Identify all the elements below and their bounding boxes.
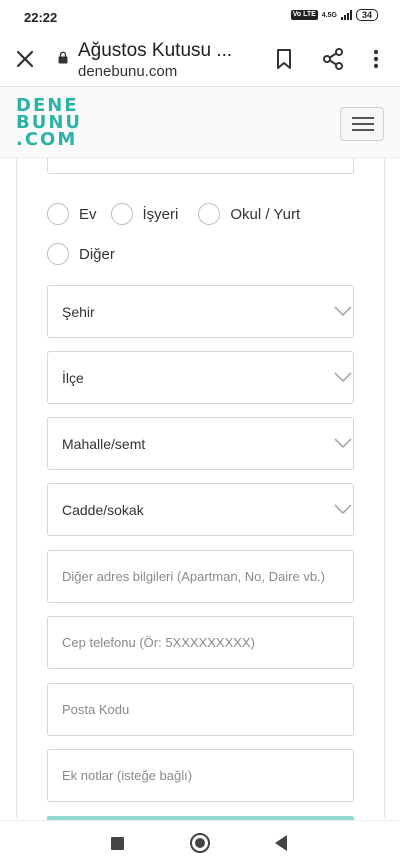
district-select-label: İlçe xyxy=(62,370,84,386)
status-icons: Vo LTE 4.5G 34 xyxy=(290,9,378,21)
logo-line-3: .COM xyxy=(16,129,78,150)
page-url[interactable]: denebunu.com xyxy=(78,63,177,80)
address-type-row-1: Ev İşyeri Okul / Yurt xyxy=(47,203,310,225)
street-select-label: Cadde/sokak xyxy=(62,502,144,518)
bookmark-icon[interactable] xyxy=(272,46,296,72)
chevron-down-icon xyxy=(334,438,352,449)
phone-input[interactable]: Cep telefonu (Ör: 5XXXXXXXXX) xyxy=(47,616,354,669)
phone-placeholder: Cep telefonu (Ör: 5XXXXXXXXX) xyxy=(62,635,255,650)
district-select[interactable]: İlçe xyxy=(47,351,354,404)
radio-label-ev: Ev xyxy=(79,205,97,223)
postal-code-placeholder: Posta Kodu xyxy=(62,702,130,717)
radio-okul-yurt[interactable] xyxy=(198,203,221,225)
previous-field[interactable] xyxy=(47,158,354,174)
battery-icon: 34 xyxy=(355,9,378,21)
radio-ev[interactable] xyxy=(47,203,69,225)
chevron-down-icon xyxy=(334,372,352,383)
radio-label-okul-yurt: Okul / Yurt xyxy=(230,205,301,223)
city-select[interactable]: Şehir xyxy=(47,285,354,338)
street-select[interactable]: Cadde/sokak xyxy=(47,483,354,536)
radio-label-isyeri: İşyeri xyxy=(142,205,179,223)
radio-diger[interactable] xyxy=(47,243,69,265)
close-icon[interactable] xyxy=(12,46,38,72)
site-logo[interactable]: DENE BUNU .COM xyxy=(16,97,80,150)
notes-input[interactable]: Ek notlar (isteğe bağlı) xyxy=(47,749,354,802)
volte-icon: Vo LTE xyxy=(290,10,318,20)
lock-icon xyxy=(58,51,68,64)
page-title: Ağustos Kutusu ... xyxy=(78,40,233,61)
address-details-input[interactable]: Diğer adres bilgileri (Apartman, No, Dai… xyxy=(47,550,354,603)
status-time: 22:22 xyxy=(24,10,58,25)
browser-toolbar: Ağustos Kutusu ... denebunu.com xyxy=(0,34,400,84)
site-header: DENE BUNU .COM xyxy=(0,86,400,158)
share-icon[interactable] xyxy=(320,46,346,72)
status-bar: 22:22 Vo LTE 4.5G 34 xyxy=(0,0,400,34)
address-details-placeholder: Diğer adres bilgileri (Apartman, No, Dai… xyxy=(62,569,325,584)
city-select-label: Şehir xyxy=(62,304,95,320)
network-type: 4.5G xyxy=(321,11,337,19)
more-options-icon[interactable] xyxy=(366,46,386,72)
chevron-down-icon xyxy=(334,306,352,317)
hamburger-menu-button[interactable] xyxy=(340,107,384,141)
address-type-row-2: Diğer xyxy=(47,243,125,265)
back-icon[interactable] xyxy=(275,835,287,851)
radio-label-diger: Diğer xyxy=(79,245,115,263)
system-nav-bar xyxy=(0,820,400,866)
chevron-down-icon xyxy=(334,504,352,515)
recents-icon[interactable] xyxy=(111,837,124,850)
radio-isyeri[interactable] xyxy=(110,203,133,225)
neighborhood-select-label: Mahalle/semt xyxy=(62,436,146,452)
neighborhood-select[interactable]: Mahalle/semt xyxy=(47,417,354,470)
signal-icon xyxy=(340,10,352,20)
home-icon[interactable] xyxy=(190,833,210,853)
postal-code-input[interactable]: Posta Kodu xyxy=(47,683,354,736)
notes-placeholder: Ek notlar (isteğe bağlı) xyxy=(62,768,193,783)
